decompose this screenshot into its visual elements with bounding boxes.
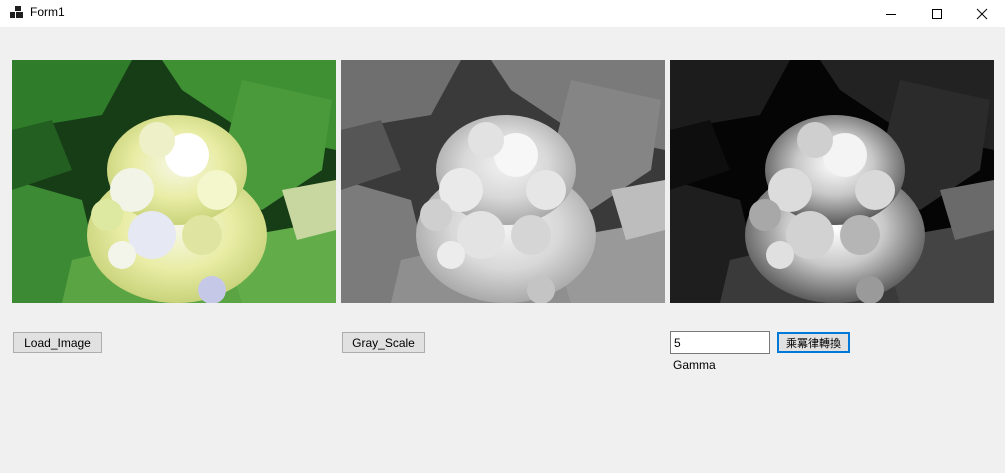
- close-button[interactable]: [959, 0, 1005, 27]
- grayscale-picture-box: [341, 60, 665, 303]
- original-picture-box: [12, 60, 336, 303]
- load-image-button[interactable]: Load_Image: [13, 332, 102, 353]
- app-icon: [10, 6, 24, 20]
- hydrangea-color-image: [12, 60, 336, 303]
- close-icon: [976, 8, 988, 19]
- minimize-button[interactable]: [868, 0, 914, 27]
- gamma-picture-box: [670, 60, 994, 303]
- power-law-transform-button[interactable]: 乘冪律轉換: [777, 332, 850, 353]
- maximize-button[interactable]: [914, 0, 960, 27]
- maximize-icon: [932, 8, 942, 19]
- gamma-input[interactable]: [670, 331, 770, 354]
- hydrangea-gamma-image: [670, 60, 994, 303]
- title-bar: Form1: [0, 0, 1005, 27]
- gamma-label: Gamma: [673, 358, 716, 372]
- hydrangea-gray-image: [341, 60, 665, 303]
- minimize-icon: [886, 13, 896, 15]
- gray-scale-button[interactable]: Gray_Scale: [342, 332, 425, 353]
- window-title: Form1: [30, 5, 65, 19]
